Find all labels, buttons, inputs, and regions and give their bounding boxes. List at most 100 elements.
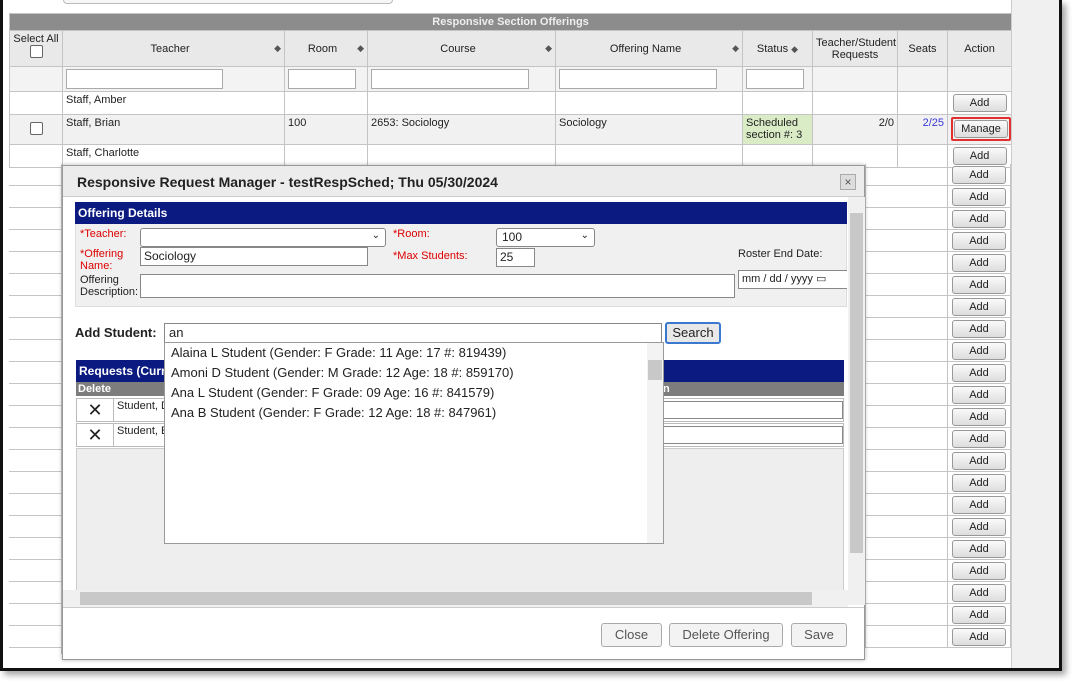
- request-student: Student, D: [117, 400, 169, 412]
- add-button[interactable]: Add: [952, 408, 1006, 426]
- room-filter-cell: [284, 66, 368, 92]
- add-button[interactable]: Add: [952, 94, 1007, 112]
- calendar-icon[interactable]: ▭: [816, 273, 826, 285]
- modal-vertical-scrollbar[interactable]: [848, 197, 865, 605]
- dropdown-scrollbar[interactable]: [647, 343, 663, 543]
- close-button[interactable]: Close: [601, 623, 662, 647]
- add-button[interactable]: Add: [952, 298, 1006, 316]
- filter-empty: [946, 66, 1013, 92]
- search-button[interactable]: Search: [665, 322, 721, 344]
- add-button[interactable]: Add: [952, 254, 1006, 272]
- action-cell: Manage: [946, 114, 1013, 145]
- add-button[interactable]: Add: [952, 386, 1006, 404]
- room-label: *Room:: [393, 228, 430, 240]
- delete-icon[interactable]: ✕: [77, 424, 114, 446]
- sort-icon[interactable]: ◆: [545, 43, 552, 54]
- suggestion-item[interactable]: Amoni D Student (Gender: M Grade: 12 Age…: [165, 363, 663, 383]
- add-button[interactable]: Add: [952, 320, 1006, 338]
- course-cell: [367, 91, 556, 115]
- select-all-header[interactable]: Select All: [9, 30, 63, 67]
- save-button[interactable]: Save: [791, 623, 847, 647]
- offering-cell: Sociology: [555, 114, 743, 145]
- course-header[interactable]: Course ◆: [367, 30, 556, 67]
- close-icon[interactable]: ×: [840, 174, 856, 190]
- max-students-label: *Max Students:: [393, 250, 468, 262]
- student-search-input[interactable]: an: [164, 323, 662, 343]
- seats-cell[interactable]: 2/25: [897, 114, 948, 145]
- sort-icon[interactable]: ◆: [274, 43, 281, 54]
- add-button[interactable]: Add: [952, 496, 1006, 514]
- add-button[interactable]: Add: [952, 232, 1006, 250]
- add-button[interactable]: Add: [952, 147, 1007, 165]
- teacher-header[interactable]: Teacher ◆: [62, 30, 285, 67]
- status-filter[interactable]: [746, 69, 804, 89]
- modal-title: Responsive Request Manager - testRespSch…: [63, 166, 864, 197]
- requests-cell: [812, 91, 898, 115]
- max-students-input[interactable]: 25: [496, 248, 535, 267]
- page-right-margin: [1011, 0, 1059, 668]
- row-checkbox[interactable]: [29, 121, 43, 135]
- room-header[interactable]: Room ◆: [284, 30, 368, 67]
- room-filter[interactable]: [288, 69, 356, 89]
- row-checkbox-cell: [9, 114, 63, 145]
- add-button[interactable]: Add: [952, 584, 1006, 602]
- modal-footer: Close Delete Offering Save: [63, 607, 864, 659]
- status-cell: Scheduled section #: 3: [742, 114, 813, 145]
- suggestion-item[interactable]: Ana L Student (Gender: F Grade: 09 Age: …: [165, 383, 663, 403]
- teacher-select[interactable]: ⌄: [140, 228, 386, 247]
- room-select[interactable]: 100 ⌄: [496, 228, 595, 247]
- add-button[interactable]: Add: [952, 210, 1006, 228]
- add-button[interactable]: Add: [952, 606, 1006, 624]
- action-header: Action: [946, 30, 1013, 67]
- background-rows-left: [9, 164, 62, 654]
- add-button[interactable]: Add: [952, 562, 1006, 580]
- course-filter-cell: [367, 66, 556, 92]
- chevron-down-icon: ⌄: [580, 230, 589, 241]
- delete-icon[interactable]: ✕: [77, 399, 114, 421]
- chevron-down-icon: ⌄: [371, 230, 380, 241]
- sort-icon[interactable]: ◆: [732, 43, 739, 54]
- student-suggestions-dropdown: Alaina L Student (Gender: F Grade: 11 Ag…: [164, 342, 664, 544]
- add-button[interactable]: Add: [952, 628, 1006, 646]
- offering-filter-cell: [555, 66, 743, 92]
- add-button[interactable]: Add: [952, 430, 1006, 448]
- add-button[interactable]: Add: [952, 342, 1006, 360]
- status-filter-cell: [742, 66, 813, 92]
- offering-name-header[interactable]: Offering Name ◆: [555, 30, 743, 67]
- offering-details-header: Offering Details: [75, 202, 847, 224]
- suggestion-item[interactable]: Ana B Student (Gender: F Grade: 12 Age: …: [165, 403, 663, 423]
- course-filter[interactable]: [371, 69, 529, 89]
- delete-offering-button[interactable]: Delete Offering: [669, 623, 783, 647]
- add-button[interactable]: Add: [952, 166, 1006, 184]
- add-button[interactable]: Add: [952, 188, 1006, 206]
- add-button[interactable]: Add: [952, 518, 1006, 536]
- select-all-checkbox[interactable]: [29, 45, 43, 58]
- manage-button-highlight: Manage: [951, 117, 1011, 141]
- roster-end-label: Roster End Date:: [738, 248, 823, 260]
- status-header[interactable]: Status ◆: [742, 30, 813, 67]
- add-button[interactable]: Add: [952, 276, 1006, 294]
- offering-description-textarea[interactable]: [140, 274, 735, 298]
- row-checkbox-cell: [9, 91, 63, 115]
- request-note[interactable]: [663, 426, 843, 444]
- add-button[interactable]: Add: [952, 364, 1006, 382]
- offering-filter[interactable]: [559, 69, 717, 89]
- offering-cell: [555, 91, 743, 115]
- roster-end-date-input[interactable]: mm / dd / yyyy ▭: [738, 270, 847, 289]
- add-button[interactable]: Add: [952, 474, 1006, 492]
- sort-icon[interactable]: ◆: [357, 43, 364, 54]
- manage-button[interactable]: Manage: [954, 120, 1008, 138]
- request-note[interactable]: [663, 401, 843, 419]
- modal-horizontal-scrollbar[interactable]: [63, 590, 848, 607]
- teacher-cell: Staff, Amber: [62, 91, 285, 115]
- teacher-filter[interactable]: [66, 69, 223, 89]
- table-caption: Responsive Section Offerings: [8, 13, 1013, 31]
- app-frame: Responsive Section Offerings Select All …: [0, 0, 1062, 671]
- offering-name-input[interactable]: Sociology: [140, 247, 368, 266]
- offering-details-panel: *Teacher: ⌄ *Room: 100 ⌄ *Offering Name: …: [75, 224, 847, 307]
- add-button[interactable]: Add: [952, 452, 1006, 470]
- course-cell: 2653: Sociology: [367, 114, 556, 145]
- add-button[interactable]: Add: [952, 540, 1006, 558]
- suggestion-item[interactable]: Alaina L Student (Gender: F Grade: 11 Ag…: [165, 343, 663, 363]
- sort-icon[interactable]: ◆: [791, 44, 798, 54]
